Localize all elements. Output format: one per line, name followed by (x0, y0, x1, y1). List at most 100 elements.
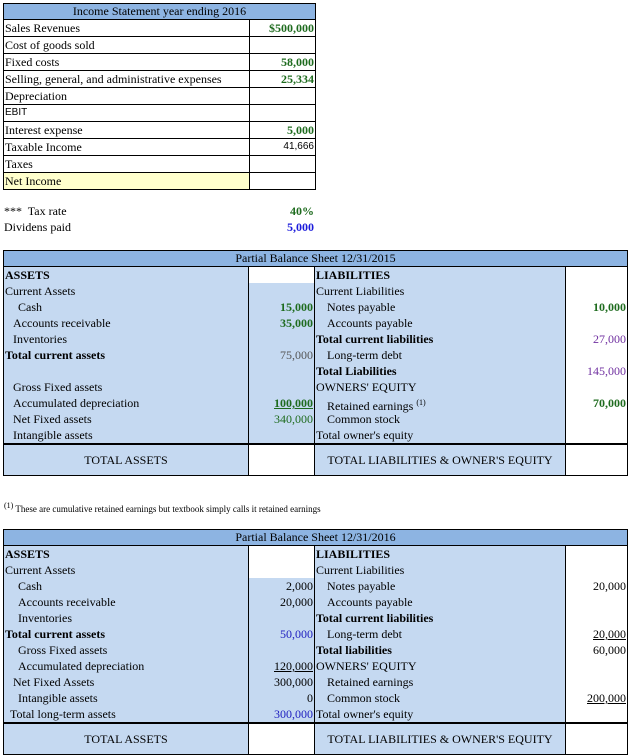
value-cell[interactable] (566, 546, 627, 562)
balance-sheet-2016: Partial Balance Sheet 12/31/2016 ASSETS … (3, 529, 628, 755)
label-cell[interactable]: Net Income (4, 173, 250, 189)
accounts-payable-value[interactable] (566, 315, 627, 331)
total-liab-equity-label: TOTAL LIABILITIES & OWNER'S EQUITY (315, 445, 566, 475)
long-term-debt-value[interactable]: 20,000 (566, 626, 627, 642)
gross-fixed-assets-value[interactable] (249, 642, 314, 658)
total-liab-equity-value[interactable] (566, 445, 627, 475)
notes-payable-value[interactable]: 10,000 (566, 299, 627, 315)
long-term-debt-value[interactable] (566, 347, 627, 363)
total-current-assets-value[interactable]: 75,000 (249, 347, 314, 363)
ar-value[interactable]: 20,000 (249, 594, 314, 610)
accounts-payable-value[interactable] (566, 594, 627, 610)
owners-equity-heading: OWNERS' EQUITY (316, 659, 417, 673)
accum-depreciation-value[interactable]: 100,000 (249, 395, 314, 411)
value-cell[interactable]: 25,334 (250, 71, 315, 87)
balance-sheet-2015: Partial Balance Sheet 12/31/2015 ASSETS … (3, 250, 628, 476)
label-cell[interactable]: Depreciation (4, 88, 250, 104)
net-fixed-assets-label: Net Fixed Assets (13, 675, 95, 689)
value-cell[interactable]: 5,000 (250, 122, 315, 138)
total-current-assets-label: Total current assets (5, 627, 105, 641)
accounts-payable-label: Accounts payable (327, 595, 413, 609)
value-cell[interactable] (250, 37, 315, 53)
tax-rate-value[interactable]: 40% (290, 204, 314, 219)
value-cell[interactable] (566, 658, 627, 674)
value-cell[interactable] (249, 283, 314, 299)
ar-value[interactable]: 35,000 (249, 315, 314, 331)
total-liabilities-value[interactable]: 145,000 (566, 363, 627, 379)
notes-payable-label: Notes payable (327, 579, 396, 593)
total-current-liabilities-label: Total current liabilities (316, 332, 434, 346)
value-cell[interactable] (566, 562, 627, 578)
common-stock-value[interactable]: 200,000 (566, 690, 627, 706)
retained-earnings-value[interactable] (566, 674, 627, 690)
intangible-assets-value[interactable]: 0 (249, 690, 314, 706)
inventories-value[interactable] (249, 610, 314, 626)
value-cell[interactable] (566, 283, 627, 299)
ar-label: Accounts receivable (13, 316, 111, 330)
value-cell[interactable] (566, 379, 627, 395)
balance-sheet-body: ASSETS Current Assets Cash Accounts rece… (4, 546, 627, 722)
common-stock-label: Common stock (327, 691, 401, 705)
value-cell[interactable] (249, 546, 314, 562)
common-stock-value[interactable] (566, 411, 627, 427)
net-fixed-assets-value[interactable]: 300,000 (249, 674, 314, 690)
label-cell[interactable]: Taxable Income (4, 139, 250, 155)
accum-depreciation-value[interactable]: 120,000 (249, 658, 314, 674)
retained-earnings-value[interactable]: 70,000 (566, 395, 627, 411)
value-cell[interactable] (250, 88, 315, 104)
value-cell[interactable] (250, 105, 315, 121)
row-depreciation: Depreciation (4, 88, 315, 105)
total-current-liabilities-label: Total current liabilities (316, 611, 434, 625)
total-owners-equity-value[interactable] (566, 427, 627, 443)
label-cell[interactable]: Selling, general, and administrative exp… (4, 71, 250, 87)
value-cell[interactable]: 58,000 (250, 54, 315, 70)
label-cell[interactable]: Sales Revenues (4, 20, 250, 36)
row-taxes: Taxes (4, 156, 315, 173)
label-cell[interactable]: Fixed costs (4, 54, 250, 70)
label-cell[interactable]: Interest expense (4, 122, 250, 138)
total-current-liabilities-value[interactable]: 27,000 (566, 331, 627, 347)
gross-fixed-assets-value[interactable] (249, 379, 314, 395)
total-long-term-assets-value[interactable]: 300,000 (249, 706, 314, 722)
retained-earnings-label: Retained earnings (1) (315, 395, 565, 413)
value-cell[interactable]: 41,666 (250, 139, 315, 155)
liabilities-labels: LIABILITIES Current Liabilities Notes pa… (315, 546, 566, 722)
label-cell[interactable]: EBIT (4, 105, 250, 121)
income-statement-title: Income Statement year ending 2016 (4, 4, 315, 20)
value-cell[interactable] (249, 363, 314, 379)
total-assets-value[interactable] (249, 445, 315, 475)
value-cell[interactable] (250, 173, 315, 189)
assets-values: 15,000 35,000 75,000 100,000 340,000 (249, 267, 315, 443)
footnote-marker: (1) (4, 501, 14, 510)
value-cell[interactable] (249, 562, 314, 578)
value-cell[interactable] (566, 267, 627, 283)
value-cell[interactable] (250, 156, 315, 172)
totals-row: TOTAL ASSETS TOTAL LIABILITIES & OWNER'S… (4, 443, 627, 475)
cash-value[interactable]: 2,000 (249, 578, 314, 594)
total-current-assets-value[interactable]: 50,000 (249, 626, 314, 642)
dividends-value[interactable]: 5,000 (287, 220, 314, 235)
dividends-row: Dividens paid 5,000 (4, 220, 314, 235)
total-liab-equity-value[interactable] (566, 724, 627, 754)
net-fixed-assets-value[interactable]: 340,000 (249, 411, 314, 427)
row-cogs: Cost of goods sold (4, 37, 315, 54)
long-term-debt-label: Long-term debt (327, 627, 402, 641)
footnote-text: These are cumulative retained earnings b… (15, 504, 321, 514)
value-cell[interactable] (249, 267, 314, 283)
label-cell[interactable]: Taxes (4, 156, 250, 172)
notes-payable-value[interactable]: 20,000 (566, 578, 627, 594)
total-assets-value[interactable] (249, 724, 315, 754)
value-cell[interactable]: $500,000 (250, 20, 315, 36)
inventories-value[interactable] (249, 331, 314, 347)
label-cell[interactable]: Cost of goods sold (4, 37, 250, 53)
total-owners-equity-value[interactable] (566, 706, 627, 722)
total-current-liabilities-value[interactable] (566, 610, 627, 626)
total-liabilities-value[interactable]: 60,000 (566, 642, 627, 658)
liabilities-values: 10,000 27,000 145,000 70,000 (566, 267, 627, 443)
liabilities-labels: LIABILITIES Current Liabilities Notes pa… (315, 267, 566, 443)
cash-value[interactable]: 15,000 (249, 299, 314, 315)
row-sga: Selling, general, and administrative exp… (4, 71, 315, 88)
inventories-label: Inventories (13, 332, 67, 346)
intangible-assets-value[interactable] (249, 427, 314, 443)
